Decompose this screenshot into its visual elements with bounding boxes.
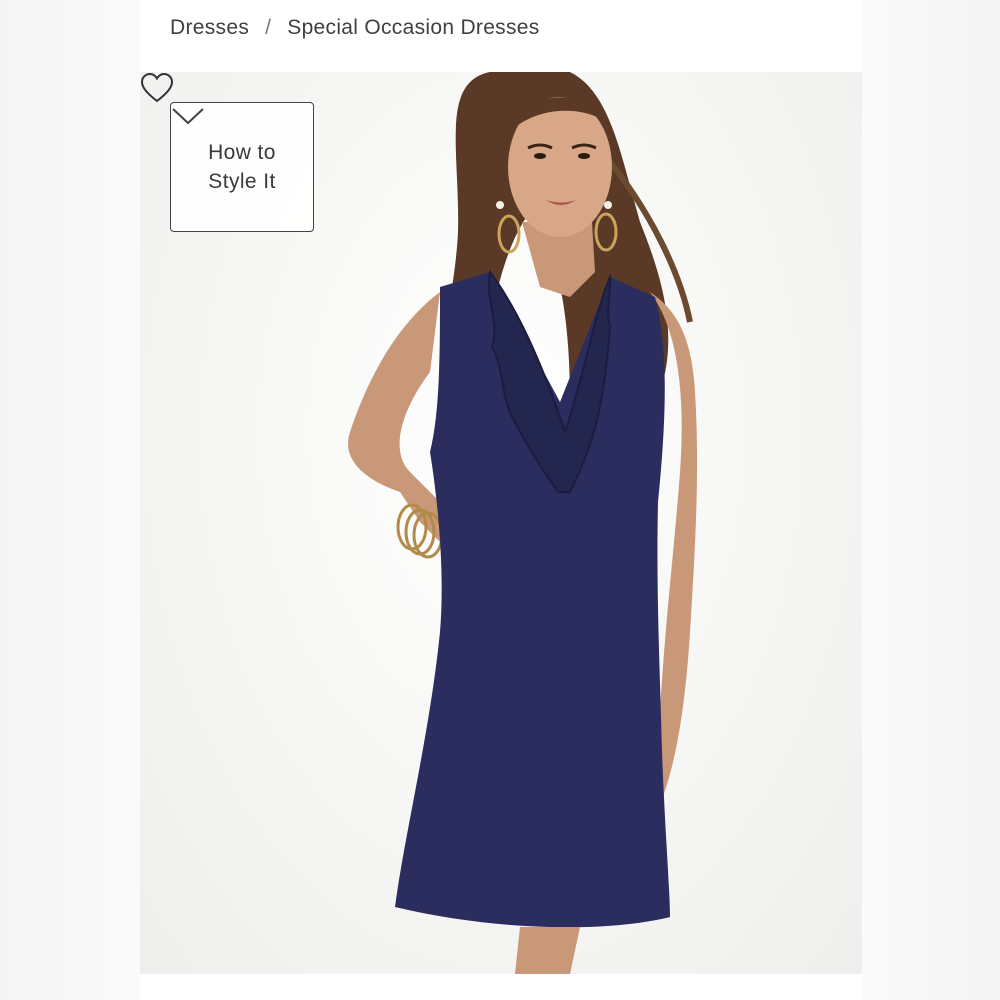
style-button-line2: Style It bbox=[208, 170, 276, 193]
heart-icon[interactable] bbox=[140, 72, 174, 104]
style-button-line1: How to bbox=[208, 141, 276, 164]
breadcrumb-item-special-occasion-dresses[interactable]: Special Occasion Dresses bbox=[287, 16, 539, 40]
breadcrumb: Dresses / Special Occasion Dresses bbox=[170, 12, 540, 44]
breadcrumb-separator: / bbox=[265, 16, 272, 39]
page-background-left bbox=[0, 0, 140, 1000]
product-photo[interactable]: How to Style It bbox=[140, 72, 862, 974]
product-card: Dresses / Special Occasion Dresses How t… bbox=[140, 0, 862, 1000]
chevron-down-icon bbox=[172, 108, 204, 125]
breadcrumb-item-dresses[interactable]: Dresses bbox=[170, 16, 249, 40]
card-bottom-strip bbox=[140, 974, 862, 1000]
page-background-right bbox=[862, 0, 1000, 1000]
how-to-style-it-button[interactable]: How to Style It bbox=[170, 102, 314, 232]
